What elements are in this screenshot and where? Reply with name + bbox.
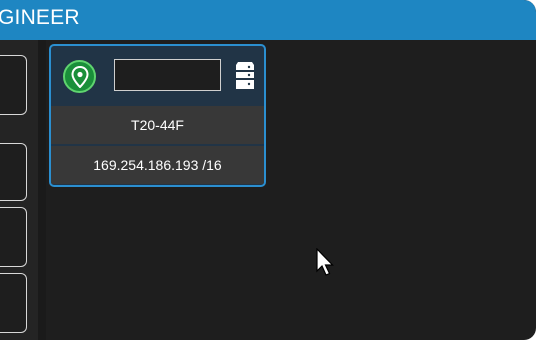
location-pin-icon[interactable] <box>63 60 96 93</box>
panel-divider[interactable] <box>38 40 46 340</box>
device-card[interactable]: T20-44F 169.254.186.193 /16 <box>49 44 266 187</box>
device-ip-address: 169.254.186.193 /16 <box>51 146 264 184</box>
mouse-cursor-icon <box>316 248 334 276</box>
device-name-input[interactable] <box>114 59 221 91</box>
rail-tab-4[interactable] <box>0 273 27 333</box>
rail-tab-1[interactable] <box>0 55 27 115</box>
rail-tab-2[interactable] <box>0 143 27 201</box>
card-header <box>51 46 264 106</box>
window-title: GINEER <box>0 6 80 29</box>
app-window: GINEER T20-44F 169.254.186.193 /16 <box>0 0 536 340</box>
rail-tab-3[interactable] <box>0 207 27 267</box>
server-icon <box>236 62 254 89</box>
title-bar: GINEER <box>0 0 536 40</box>
left-rail <box>0 40 39 340</box>
device-model: T20-44F <box>51 106 264 144</box>
